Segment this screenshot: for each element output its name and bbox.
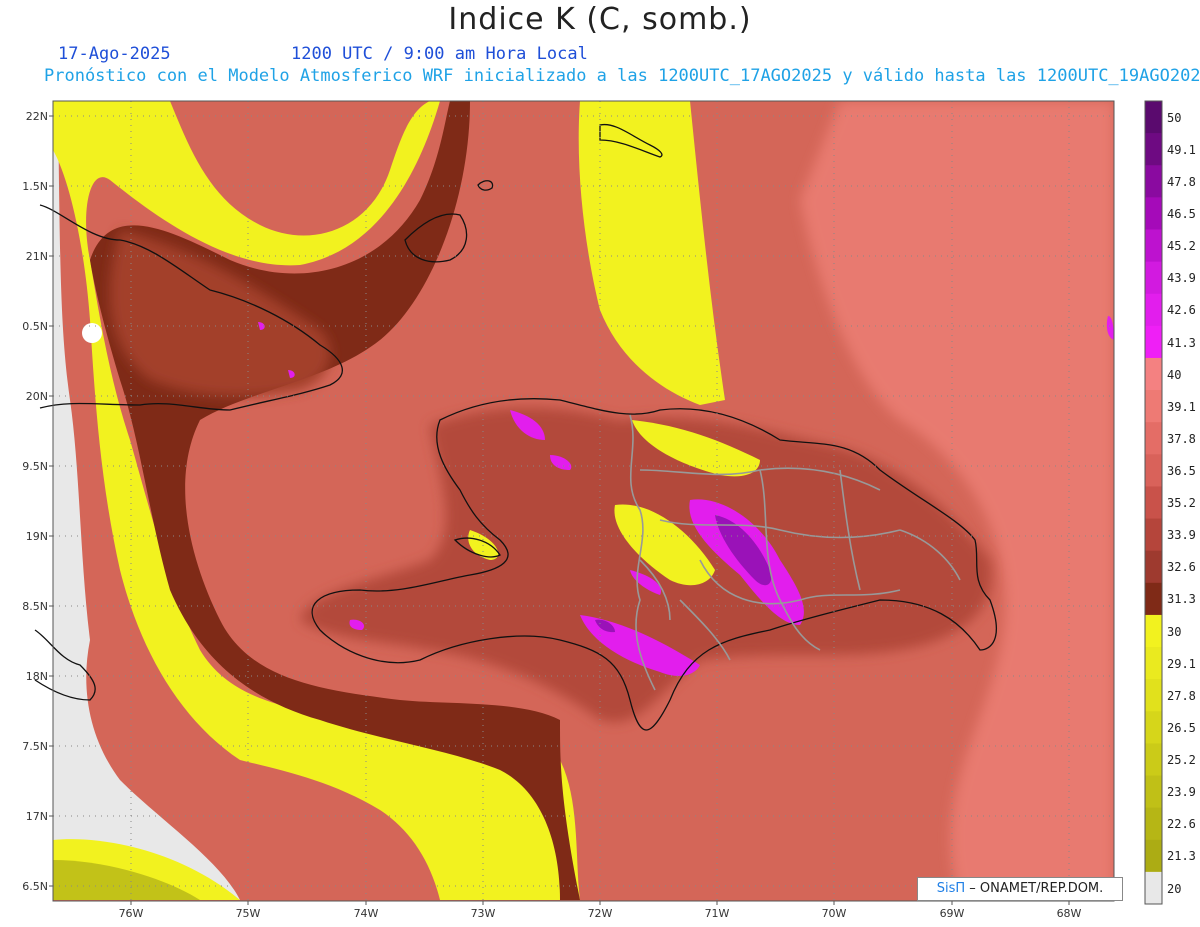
colorbar-level-label: 30 <box>1167 624 1182 639</box>
latitude-label: 22N <box>26 110 48 123</box>
colorbar-level-label: 36.5 <box>1167 463 1196 478</box>
colorbar-bin <box>1145 101 1162 134</box>
latitude-label: 9.5N <box>22 460 48 473</box>
colorbar-level-label: 43.9 <box>1167 271 1196 286</box>
colorbar-bin <box>1145 293 1162 327</box>
colorbar-level-label: 35.2 <box>1167 496 1196 511</box>
colorbar-bin <box>1145 711 1162 744</box>
colorbar-level-label: 25.2 <box>1167 753 1196 768</box>
longitude-label: 71W <box>705 907 730 920</box>
colorbar-level-label: 29.1 <box>1167 656 1196 671</box>
longitude-labels: 76W 75W 74W 73W 72W 71W 70W 69W 68W <box>119 901 1082 920</box>
colorbar-level-label: 22.6 <box>1167 817 1196 832</box>
credit-box: SisΠ – ONAMET/REP.DOM. <box>917 877 1123 901</box>
colorbar-level-label: 42.6 <box>1167 303 1196 318</box>
colorbar-bin <box>1145 775 1162 809</box>
colorbar-bin <box>1145 486 1162 520</box>
longitude-label: 73W <box>471 907 496 920</box>
colorbar-bin <box>1145 197 1162 230</box>
colorbar-bin <box>1145 550 1162 584</box>
colorbar-level-label: 47.8 <box>1167 174 1196 189</box>
colorbar-bin <box>1145 679 1162 712</box>
credit-brand: SisΠ <box>936 881 966 896</box>
colorbar-level-label: 23.9 <box>1167 785 1196 800</box>
longitude-label: 70W <box>822 907 847 920</box>
colorbar-level-label: 45.2 <box>1167 239 1196 254</box>
colorbar-bin <box>1145 133 1162 166</box>
colorbar-bin <box>1145 390 1162 423</box>
latitude-label: 8.5N <box>22 600 48 613</box>
colorbar-level-label: 41.3 <box>1167 335 1196 350</box>
colorbar <box>1144 100 1163 905</box>
colorbar-bin <box>1145 357 1162 391</box>
colorbar-bin <box>1145 325 1162 359</box>
colorbar-bin <box>1145 839 1162 873</box>
latitude-labels: 22N 1.5N 21N 0.5N 20N 9.5N 19N 8.5N 18N 7.5N 17N 6.… <box>22 110 53 893</box>
colorbar-bin <box>1145 518 1162 552</box>
latitude-label: 19N <box>26 530 48 543</box>
colorbar-bin <box>1145 647 1162 680</box>
colorbar-level-label: 32.6 <box>1167 560 1196 575</box>
colorbar-bin <box>1145 614 1162 648</box>
colorbar-level-label: 46.5 <box>1167 207 1196 222</box>
shaded-field <box>53 101 1114 901</box>
colorbar-level-label: 20 <box>1167 881 1182 896</box>
colorbar-bin <box>1145 454 1162 487</box>
colorbar-bin <box>1145 871 1162 905</box>
colorbar-level-label: 37.8 <box>1167 431 1196 446</box>
colorbar-level-label: 26.5 <box>1167 720 1196 735</box>
colorbar-level-label: 39.1 <box>1167 399 1196 414</box>
colorbar-level-label: 49.1 <box>1167 142 1196 157</box>
latitude-label: 20N <box>26 390 48 403</box>
colorbar-level-label: 40 <box>1167 367 1182 382</box>
colorbar-bin <box>1145 229 1162 263</box>
longitude-label: 75W <box>236 907 261 920</box>
colorbar-level-label: 50 <box>1167 110 1182 125</box>
colorbar-bin <box>1145 165 1162 198</box>
colorbar-level-label: 33.9 <box>1167 528 1196 543</box>
latitude-label: 1.5N <box>22 180 48 193</box>
colorbar-level-label: 27.8 <box>1167 688 1196 703</box>
colorbar-bin <box>1145 807 1162 841</box>
longitude-label: 68W <box>1057 907 1082 920</box>
longitude-label: 76W <box>119 907 144 920</box>
longitude-label: 74W <box>354 907 379 920</box>
latitude-label: 7.5N <box>22 740 48 753</box>
hole-region <box>82 323 102 343</box>
colorbar-bin <box>1145 422 1162 455</box>
k-index-map: 22N 1.5N 21N 0.5N 20N 9.5N 19N 8.5N 18N 7.5N 17N 6.… <box>22 100 1163 920</box>
latitude-label: 21N <box>26 250 48 263</box>
colorbar-bin <box>1145 261 1162 295</box>
latitude-label: 18N <box>26 670 48 683</box>
longitude-label: 72W <box>588 907 613 920</box>
latitude-label: 6.5N <box>22 880 48 893</box>
colorbar-bin <box>1145 582 1162 616</box>
credit-text: – ONAMET/REP.DOM. <box>969 881 1104 896</box>
colorbar-level-label: 31.3 <box>1167 592 1196 607</box>
latitude-label: 0.5N <box>22 320 48 333</box>
colorbar-level-label: 21.3 <box>1167 849 1196 864</box>
latitude-label: 17N <box>26 810 48 823</box>
longitude-label: 69W <box>940 907 965 920</box>
colorbar-bin <box>1145 743 1162 777</box>
